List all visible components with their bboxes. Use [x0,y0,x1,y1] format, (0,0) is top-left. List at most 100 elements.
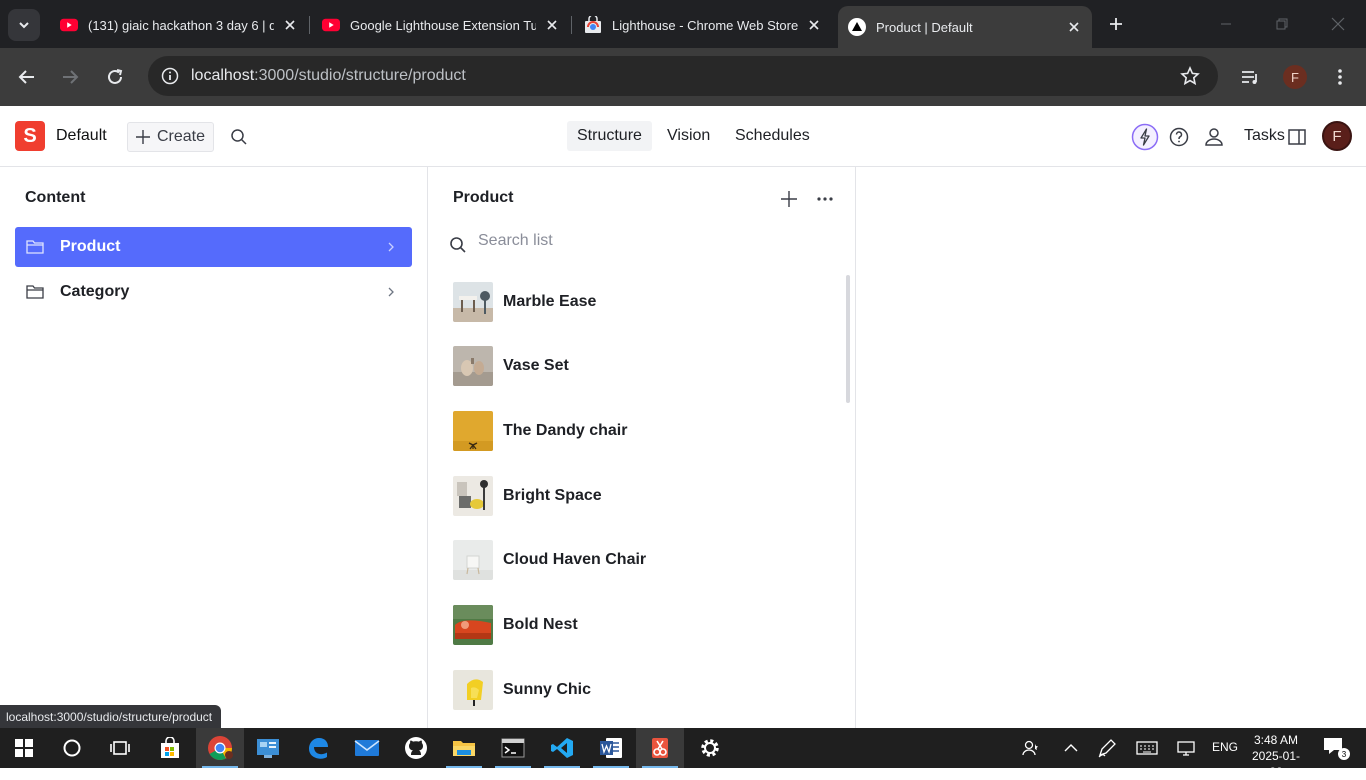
create-button[interactable]: Create [127,122,214,152]
back-button[interactable] [13,63,41,91]
chevron-right-icon [388,242,394,252]
edge-app-button[interactable] [294,728,342,768]
tasks-button[interactable]: Tasks [1244,127,1285,145]
settings-app-button[interactable] [686,728,734,768]
document-row-marble-ease[interactable]: Marble Ease [453,278,833,326]
restore-button[interactable] [1270,12,1294,36]
chrome-app-button[interactable] [196,728,244,768]
browser-menu-button[interactable] [1326,63,1354,91]
windows-logo-icon [15,739,33,757]
minimize-button[interactable] [1214,12,1238,36]
presence-users-icon[interactable] [1202,125,1226,149]
clock-date: 2025-01-22 [1251,749,1301,779]
sidebar-item-category[interactable]: Category [15,272,412,312]
create-document-button[interactable] [777,187,801,211]
media-control-button[interactable] [1237,63,1265,91]
input-language[interactable]: ENG [1212,740,1238,754]
help-icon[interactable] [1167,125,1191,149]
file-explorer-button[interactable] [440,728,488,768]
document-thumbnail [453,282,493,322]
github-icon [405,737,427,759]
snipping-tool-button[interactable] [636,728,684,768]
document-row-sunny-chic[interactable]: Sunny Chic [453,666,833,714]
close-window-button[interactable] [1326,12,1350,36]
chevron-right-icon [388,287,394,297]
close-icon[interactable] [544,17,560,33]
forward-button[interactable] [56,63,84,91]
document-row-bold-nest[interactable]: Bold Nest [453,601,833,649]
browser-tab-2[interactable]: Google Lighthouse Extension Tu [312,8,570,42]
tab-schedules[interactable]: Schedules [725,121,820,151]
url-path: :3000/studio/structure/product [254,67,466,84]
pane-menu-button[interactable] [813,187,837,211]
document-row-the-dandy-chair[interactable]: The Dandy chair [453,407,833,455]
network-icon[interactable] [1174,736,1198,760]
sidebar-panel-icon[interactable] [1285,125,1309,149]
task-view-button[interactable] [96,728,144,768]
studio-logo[interactable]: S [15,121,45,151]
store-app-button[interactable] [146,728,194,768]
vscode-app-button[interactable] [538,728,586,768]
pen-icon[interactable] [1095,736,1119,760]
close-icon [1331,17,1345,31]
tab-structure[interactable]: Structure [567,121,652,151]
youtube-icon [60,16,78,34]
task-view-icon [110,741,130,755]
close-icon[interactable] [1066,19,1082,35]
search-input[interactable] [478,232,778,250]
browser-tab-1[interactable]: (131) giaic hackathon 3 day 6 | d [50,8,308,42]
action-center-button[interactable]: 3 [1322,736,1350,760]
touch-keyboard-icon[interactable] [1135,736,1159,760]
user-avatar[interactable]: F [1322,121,1352,151]
sanity-ai-icon[interactable] [1131,123,1159,151]
content-pane: Content Product Category [0,167,428,728]
start-button[interactable] [0,728,48,768]
list-scrollbar[interactable] [846,275,850,403]
sidebar-item-label: Product [60,238,121,255]
chevron-up-icon[interactable] [1059,736,1083,760]
tab-divider [309,16,310,34]
system-clock[interactable]: 3:48 AM 2025-01-22 [1246,732,1306,780]
workspace-name[interactable]: Default [56,127,107,145]
people-icon[interactable] [1019,736,1043,760]
url-host: localhost [191,67,255,84]
document-thumbnail [453,411,493,451]
address-bar[interactable]: localhost:3000/studio/structure/product [148,56,1218,96]
close-icon[interactable] [282,17,298,33]
browser-tab-3[interactable]: Lighthouse - Chrome Web Store [574,8,832,42]
store-bag-icon [161,737,179,758]
playlist-icon [1242,71,1257,84]
sanity-triangle-icon [848,18,866,36]
site-info-icon[interactable] [158,64,182,88]
mail-icon [354,740,380,756]
studio-navbar: S Default Create Structure Vision Schedu… [0,106,1366,167]
browser-profile-avatar[interactable]: F [1283,65,1307,89]
control-panel-button[interactable] [244,728,292,768]
document-title: Vase Set [503,357,569,374]
search-icon[interactable] [229,127,249,147]
browser-tab-4[interactable]: Product | Default [838,6,1092,48]
mail-app-button[interactable] [343,728,391,768]
document-row-bright-space[interactable]: Bright Space [453,472,833,520]
reload-button[interactable] [101,63,129,91]
document-row-vase-set[interactable]: Vase Set [453,342,833,390]
github-desktop-button[interactable] [392,728,440,768]
sidebar-item-product[interactable]: Product [15,227,412,267]
search-icon [450,237,466,253]
new-tab-button[interactable] [1104,12,1128,36]
close-icon[interactable] [806,17,822,33]
tab-search-button[interactable] [8,9,40,41]
tab-vision[interactable]: Vision [657,121,720,151]
browser-toolbar: localhost:3000/studio/structure/product … [0,48,1366,106]
bookmark-star-icon[interactable] [1178,64,1202,88]
cortana-circle-icon [63,739,81,757]
search-taskbar-button[interactable] [48,728,96,768]
word-app-button[interactable] [587,728,635,768]
minimize-icon [1221,23,1231,25]
document-row-cloud-haven-chair[interactable]: Cloud Haven Chair [453,536,833,584]
terminal-app-button[interactable] [489,728,537,768]
list-pane-title: Product [453,189,514,206]
document-thumbnail [453,670,493,710]
tab-title: Product | Default [876,19,973,35]
notification-count: 3 [1338,748,1350,760]
